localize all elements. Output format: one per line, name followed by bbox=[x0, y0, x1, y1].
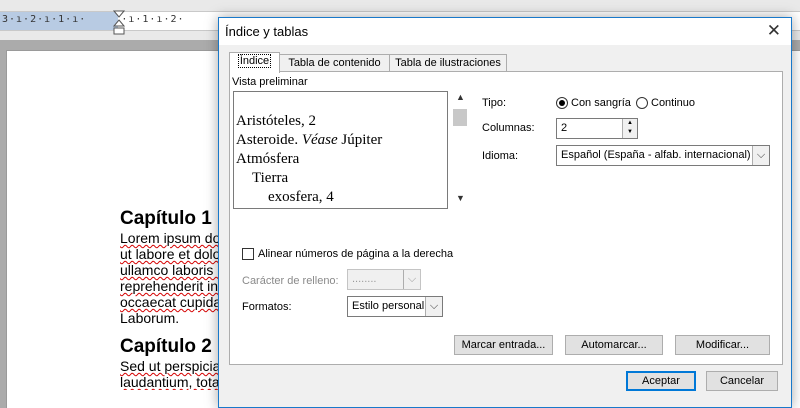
body-text: laudantium, totam rem aperiam, eaque ips… bbox=[120, 374, 230, 390]
preview-line-suffix: Júpiter bbox=[337, 132, 383, 148]
columnas-stepper[interactable]: 2 ▲ ▼ bbox=[556, 118, 638, 139]
body-text-line: occaecat cupida bbox=[120, 294, 230, 310]
body-text-line: Sed ut perspicia bbox=[120, 358, 230, 374]
tab-indice[interactable]: Índice bbox=[229, 52, 280, 73]
body-text-line: Laborum. bbox=[120, 310, 230, 326]
stepper-down-icon[interactable]: ▼ bbox=[623, 128, 637, 137]
tab-tabla-de-ilustraciones-label: Tabla de ilustraciones bbox=[395, 57, 501, 69]
modificar-button[interactable]: Modificar... bbox=[675, 335, 770, 355]
close-icon[interactable]: ✕ bbox=[767, 21, 781, 41]
columnas-label: Columnas: bbox=[482, 122, 535, 134]
body-text-line: ullamco laboris n bbox=[120, 262, 230, 278]
automarcar-button[interactable]: Automarcar... bbox=[565, 335, 663, 355]
preview-box: Aristóteles, 2 Asteroide. Véase Júpiter … bbox=[233, 91, 448, 209]
radio-continuo-label[interactable]: Continuo bbox=[651, 97, 695, 109]
body-text: Lorem ipsum do bbox=[120, 230, 221, 246]
tipo-label: Tipo: bbox=[482, 97, 507, 109]
body-text: ullamco laboris n bbox=[120, 262, 226, 278]
chevron-down-icon[interactable]: ▼ bbox=[452, 193, 469, 209]
preview-line: exosfera, 4 bbox=[268, 189, 334, 205]
body-text-line: ut labore et dolo bbox=[120, 246, 230, 262]
dialog-title: Índice y tablas bbox=[225, 24, 309, 39]
tab-indice-label: Índice bbox=[237, 54, 272, 68]
document-body[interactable]: Capítulo 1 Lorem ipsum do ut labore et dol… bbox=[120, 208, 230, 390]
tab-tabla-de-contenido-label: Tabla de contenido bbox=[288, 57, 381, 69]
columnas-value: 2 bbox=[561, 122, 568, 134]
idioma-value: Español (España - alfab. internacional) bbox=[561, 149, 751, 161]
formatos-select[interactable]: Estilo personal ⌵ bbox=[347, 296, 443, 317]
indent-marker-icon[interactable] bbox=[113, 10, 125, 36]
preview-line-prefix: Asteroide. bbox=[236, 132, 302, 148]
relleno-label: Carácter de relleno: bbox=[242, 275, 339, 287]
tab-tabla-de-ilustraciones[interactable]: Tabla de ilustraciones bbox=[389, 54, 507, 72]
cancelar-button[interactable]: Cancelar bbox=[706, 371, 778, 391]
formatos-label: Formatos: bbox=[242, 301, 292, 313]
preview-line: Asteroide. Véase Júpiter bbox=[236, 132, 382, 149]
body-text: occaecat cupida bbox=[120, 294, 222, 310]
align-right-checkbox[interactable] bbox=[242, 248, 254, 260]
chapter-heading: Capítulo 1 bbox=[120, 208, 212, 229]
relleno-value: ........ bbox=[352, 273, 377, 285]
radio-continuo[interactable] bbox=[636, 97, 648, 109]
ruler-ticks: 3·ı·2·ı·1·ı· ·ı·1·ı·2· bbox=[2, 14, 185, 25]
relleno-select: ........ ⌵ bbox=[347, 269, 421, 290]
chevron-down-icon[interactable]: ⌵ bbox=[425, 297, 442, 316]
stepper-up-icon[interactable]: ▲ bbox=[623, 119, 637, 128]
formatos-value: Estilo personal bbox=[352, 300, 425, 312]
preview-scrollbar[interactable]: ▲ ▼ bbox=[452, 92, 469, 209]
preview-line: Atmósfera bbox=[236, 151, 300, 167]
tab-tabla-de-contenido[interactable]: Tabla de contenido bbox=[279, 54, 390, 72]
stepper-buttons: ▲ ▼ bbox=[622, 119, 637, 138]
preview-line: Aristóteles, 2 bbox=[236, 113, 316, 129]
chevron-up-icon[interactable]: ▲ bbox=[452, 92, 469, 108]
preview-label: Vista preliminar bbox=[232, 76, 308, 88]
marcar-entrada-button[interactable]: Marcar entrada... bbox=[454, 335, 553, 355]
radio-con-sangria-label[interactable]: Con sangría bbox=[571, 97, 631, 109]
chevron-down-icon: ⌵ bbox=[403, 270, 420, 289]
preview-line: Tierra bbox=[252, 170, 289, 186]
idioma-select[interactable]: Español (España - alfab. internacional) … bbox=[556, 145, 770, 166]
radio-con-sangria[interactable] bbox=[556, 97, 568, 109]
chapter-heading: Capítulo 2 bbox=[120, 336, 212, 357]
body-text: Laborum. bbox=[120, 310, 180, 326]
aceptar-button[interactable]: Aceptar bbox=[626, 371, 696, 391]
chevron-down-icon[interactable]: ⌵ bbox=[752, 146, 769, 165]
body-text: reprehenderit in bbox=[120, 278, 219, 294]
scroll-thumb[interactable] bbox=[453, 109, 467, 126]
body-text-line: reprehenderit in bbox=[120, 278, 230, 294]
body-text-line: Lorem ipsum do bbox=[120, 230, 230, 246]
body-text: ut labore et dolo bbox=[120, 246, 221, 262]
body-text-line: laudantium, totam rem aperiam, eaque ips… bbox=[120, 374, 230, 390]
body-text: Sed ut perspicia bbox=[120, 358, 221, 374]
idioma-label: Idioma: bbox=[482, 150, 519, 162]
preview-line-italic: Véase bbox=[301, 132, 338, 148]
align-right-label[interactable]: Alinear números de página a la derecha bbox=[258, 248, 453, 260]
tab-panel-indice: Vista preliminar Aristóteles, 2 Asteroid… bbox=[229, 71, 783, 365]
index-tables-dialog: Índice y tablas ✕ Índice Tabla de conten… bbox=[218, 17, 792, 408]
dialog-titlebar[interactable]: Índice y tablas ✕ bbox=[219, 18, 791, 45]
